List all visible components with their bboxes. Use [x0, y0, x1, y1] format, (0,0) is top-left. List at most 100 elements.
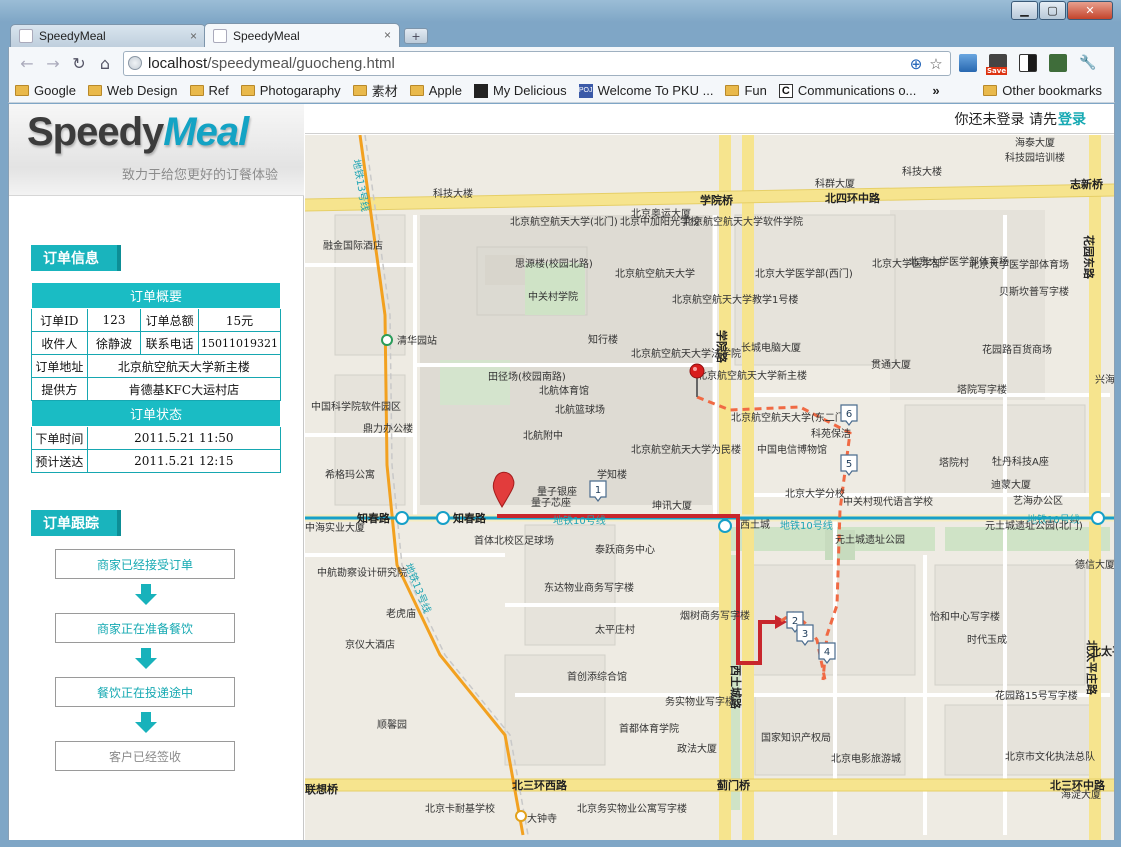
map-label: 艺海办公区 [1013, 494, 1063, 507]
bookmark-label: 素材 [371, 84, 398, 99]
map-label: 顺馨园 [377, 718, 407, 731]
map-label: 北京电影旅游城 [831, 752, 901, 765]
map-label: 量子芯座 [531, 496, 571, 509]
route-map[interactable]: 学院桥 北四环中路 志新桥 知春路 知春路 北三环西路 蓟门桥 北三环中路 联想桥 地铁10号线地… [305, 135, 1115, 840]
map-label: 坤讯大厦 [652, 499, 692, 512]
map-label: 志新桥 [1070, 177, 1104, 191]
bookmark-item[interactable]: Ref [189, 83, 229, 98]
map-label: 北京大学分校 [785, 487, 845, 500]
home-icon[interactable]: ⌂ [93, 51, 117, 75]
recipient-label: 收件人 [31, 331, 88, 355]
close-icon[interactable]: × [190, 29, 197, 43]
bookmark-item[interactable]: Fun [725, 83, 767, 98]
address-bar[interactable]: localhost/speedymeal/guocheng.html ⊕ ☆ [123, 50, 951, 76]
forward-icon[interactable]: → [41, 51, 65, 75]
map-label: 时代玉成 [967, 634, 1007, 646]
bookmark-item[interactable]: Web Design [87, 83, 178, 98]
delicious-extension-icon[interactable] [1015, 51, 1041, 75]
screenshot-extension-icon[interactable] [955, 51, 981, 75]
order-id-label: 订单ID [31, 308, 88, 332]
folder-icon [87, 85, 102, 96]
maximize-button[interactable]: ▢ [1039, 1, 1066, 20]
marker-number: 1 [595, 485, 601, 496]
other-bookmarks-button[interactable]: Other bookmarks [983, 83, 1102, 98]
folder-icon [409, 85, 424, 96]
step-signed: 客户已经签收 [55, 741, 235, 771]
map-label: 牡丹科技A座 [992, 455, 1049, 468]
folder-icon [983, 85, 998, 96]
map-label: 元土城遗址公园 [835, 533, 905, 546]
map-label: 海泰大厦 [1015, 136, 1055, 149]
other-bookmarks-label: Other bookmarks [1002, 83, 1102, 98]
header-logo-area: SpeedyMeal 致力于给您更好的订餐体验 [9, 104, 304, 196]
bookmark-label: Google [34, 83, 76, 98]
tab-speedymeal-1[interactable]: SpeedyMeal × [10, 24, 206, 47]
order-info-heading: 订单信息 [31, 245, 121, 271]
bookmark-label: Fun [744, 83, 767, 98]
map-label: 首体北校区足球场 [474, 534, 554, 547]
bookmark-item[interactable]: My Delicious [473, 83, 567, 98]
provider-value: 肯德基KFC大运村店 [86, 377, 282, 401]
close-icon[interactable]: × [384, 28, 391, 42]
tab-speedymeal-2[interactable]: SpeedyMeal × [204, 23, 400, 47]
map-label: 兴海 [1095, 373, 1115, 386]
map-label: 中关村现代语言学校 [843, 495, 933, 508]
tracking-heading: 订单跟踪 [31, 510, 121, 536]
step-accepted: 商家已经接受订单 [55, 549, 235, 579]
down-arrow-icon [135, 648, 157, 670]
bookmark-item[interactable]: Apple [409, 83, 462, 98]
map-label: 花园东路 [1082, 235, 1096, 280]
folder-icon [240, 85, 255, 96]
map-label: 中关村学院 [528, 290, 578, 303]
star-icon[interactable]: ☆ [926, 54, 946, 74]
bookmark-item[interactable]: Google [15, 83, 76, 98]
save-extension-icon[interactable]: Save [985, 51, 1011, 75]
map-label: 塔院村 [939, 456, 969, 469]
summary-heading: 订单概要 [31, 282, 281, 309]
map-label: 联想桥 [305, 782, 339, 796]
step-delivering: 餐饮正在投递途中 [55, 677, 235, 707]
map-label: 科技大楼 [433, 187, 473, 200]
add-icon[interactable]: ⊕ [906, 54, 926, 74]
sidebar: SpeedyMeal 致力于给您更好的订餐体验 订单信息 订单概要 订单ID 1… [9, 104, 304, 840]
folder-icon [15, 85, 29, 96]
route-marker-5[interactable]: 5 [840, 454, 858, 476]
eta-label: 预计送达 [31, 449, 88, 473]
eta-value: 2011.5.21 12:15 [86, 449, 282, 473]
back-icon[interactable]: ← [15, 51, 39, 75]
minimize-button[interactable]: ▁ [1011, 1, 1038, 20]
c-icon: C [778, 83, 793, 98]
bookmark-item[interactable]: Photogaraphy [240, 83, 341, 98]
wrench-icon[interactable]: 🔧 [1075, 51, 1101, 75]
map-label: 融金国际酒店 [323, 239, 383, 252]
bookmark-item[interactable]: 素材 [352, 81, 398, 100]
map-label: 西土城 [740, 518, 770, 531]
map-label: 北京市文化执法总队 [1005, 750, 1095, 763]
bookmarks-overflow-button[interactable]: » [932, 83, 939, 98]
map-label: 大钟寺 [527, 812, 557, 825]
map-label: 烟树商务写字楼 [680, 609, 750, 622]
main-area: 你还未登录 请先 登录 学院桥 北四环中路 志新桥 知春路 知春路 北三环西路 … [305, 104, 1115, 840]
map-label: 清华园站 [397, 334, 437, 347]
map-label: 北航体育馆 [539, 384, 589, 397]
map-label: 科苑保洁 [811, 427, 851, 440]
slogan: 致力于给您更好的订餐体验 [121, 168, 278, 183]
logo[interactable]: SpeedyMeal [27, 110, 249, 155]
map-canvas[interactable]: 学院桥 北四环中路志新桥知春路 知春路北三环西路 蓟门桥 北三环中路联想桥地铁10号线地… [305, 135, 1115, 840]
map-label: 塔院写字楼 [957, 383, 1007, 396]
login-link[interactable]: 登录 [1058, 109, 1086, 129]
map-label: 北京奥运大厦 [631, 207, 691, 220]
reload-icon[interactable]: ↻ [67, 51, 91, 75]
navigation-toolbar: ← → ↻ ⌂ localhost/speedymeal/guocheng.ht… [8, 47, 1115, 79]
new-tab-button[interactable]: + [404, 28, 428, 44]
evernote-extension-icon[interactable] [1045, 51, 1071, 75]
map-label: 科技大楼 [902, 165, 942, 178]
close-window-button[interactable]: ✕ [1067, 1, 1113, 20]
map-label: 地铁10号线 [780, 519, 833, 532]
map-label: 北京航空航天大学为民楼 [631, 443, 741, 456]
bookmark-item[interactable]: POJ Welcome To PKU ... [578, 83, 713, 98]
bookmark-item[interactable]: C Communications o... [778, 83, 916, 98]
recipient-value: 徐静波 [86, 331, 142, 355]
map-label: 泰跃商务中心 [595, 543, 655, 556]
map-label: 贝斯坎普写字楼 [999, 285, 1069, 298]
